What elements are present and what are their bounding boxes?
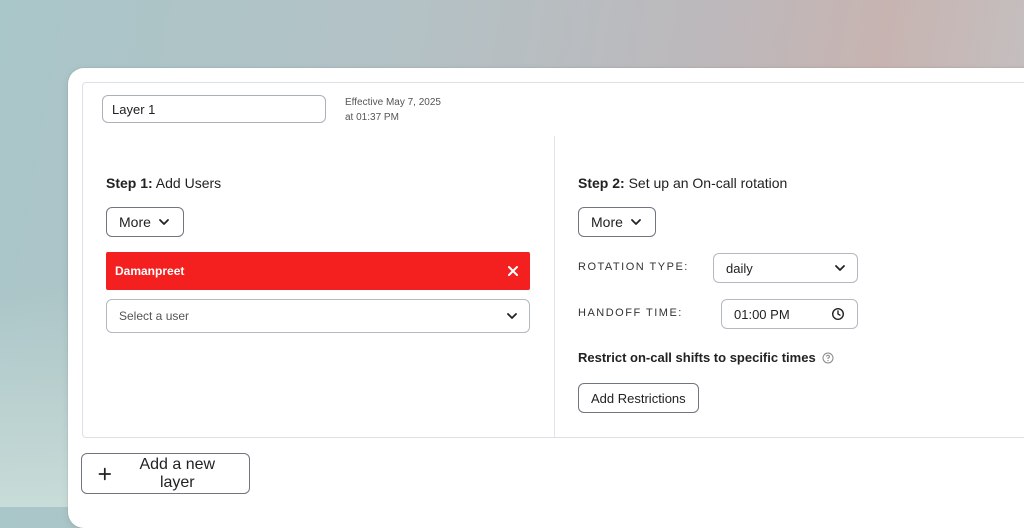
remove-user-icon[interactable]	[506, 264, 520, 278]
step2-title-text: Set up an On-call rotation	[624, 175, 788, 191]
step1-more-button[interactable]: More	[106, 207, 184, 237]
layer-name-input[interactable]	[102, 95, 326, 123]
effective-date: Effective May 7, 2025 at 01:37 PM	[345, 95, 441, 125]
user-select-placeholder: Select a user	[119, 309, 190, 323]
rotation-type-select[interactable]: daily	[713, 253, 858, 283]
step2-more-label: More	[591, 214, 623, 230]
selected-user-chip: Damanpreet	[106, 252, 530, 290]
handoff-time-label: HANDOFF TIME:	[578, 307, 683, 319]
chevron-down-icon	[631, 219, 641, 225]
clock-icon	[831, 307, 845, 321]
rotation-type-value: daily	[726, 260, 753, 276]
chevron-down-icon	[835, 265, 845, 271]
step1-more-label: More	[119, 214, 151, 230]
user-select[interactable]: Select a user	[106, 299, 530, 333]
column-divider	[554, 136, 555, 437]
step2-more-button[interactable]: More	[578, 207, 656, 237]
restrict-shifts-text: Restrict on-call shifts to specific time…	[578, 350, 816, 365]
chevron-down-icon	[159, 219, 169, 225]
effective-time-line: at 01:37 PM	[345, 112, 399, 123]
step1-title-bold: Step 1:	[106, 175, 153, 191]
step1-title-text: Add Users	[152, 175, 222, 191]
help-circle-icon[interactable]	[822, 352, 834, 364]
rotation-type-label: ROTATION TYPE:	[578, 261, 689, 273]
plus-icon	[98, 467, 112, 480]
step1-title: Step 1: Add Users	[106, 175, 221, 191]
step2-title: Step 2: Set up an On-call rotation	[578, 175, 787, 191]
handoff-time-input[interactable]: 01:00 PM	[721, 299, 858, 329]
chevron-down-icon	[507, 313, 517, 319]
add-new-layer-button[interactable]: Add a new layer	[81, 453, 250, 494]
handoff-time-value: 01:00 PM	[734, 306, 790, 322]
restrict-shifts-label: Restrict on-call shifts to specific time…	[578, 350, 834, 365]
step2-title-bold: Step 2:	[578, 175, 625, 191]
schedule-editor-window: Effective May 7, 2025 at 01:37 PM Step 1…	[68, 68, 1024, 528]
effective-date-line: Effective May 7, 2025	[345, 97, 441, 108]
layer-panel: Effective May 7, 2025 at 01:37 PM Step 1…	[82, 82, 1024, 438]
selected-user-name: Damanpreet	[115, 264, 185, 278]
add-restrictions-button[interactable]: Add Restrictions	[578, 383, 699, 413]
add-new-layer-label: Add a new layer	[139, 455, 216, 491]
